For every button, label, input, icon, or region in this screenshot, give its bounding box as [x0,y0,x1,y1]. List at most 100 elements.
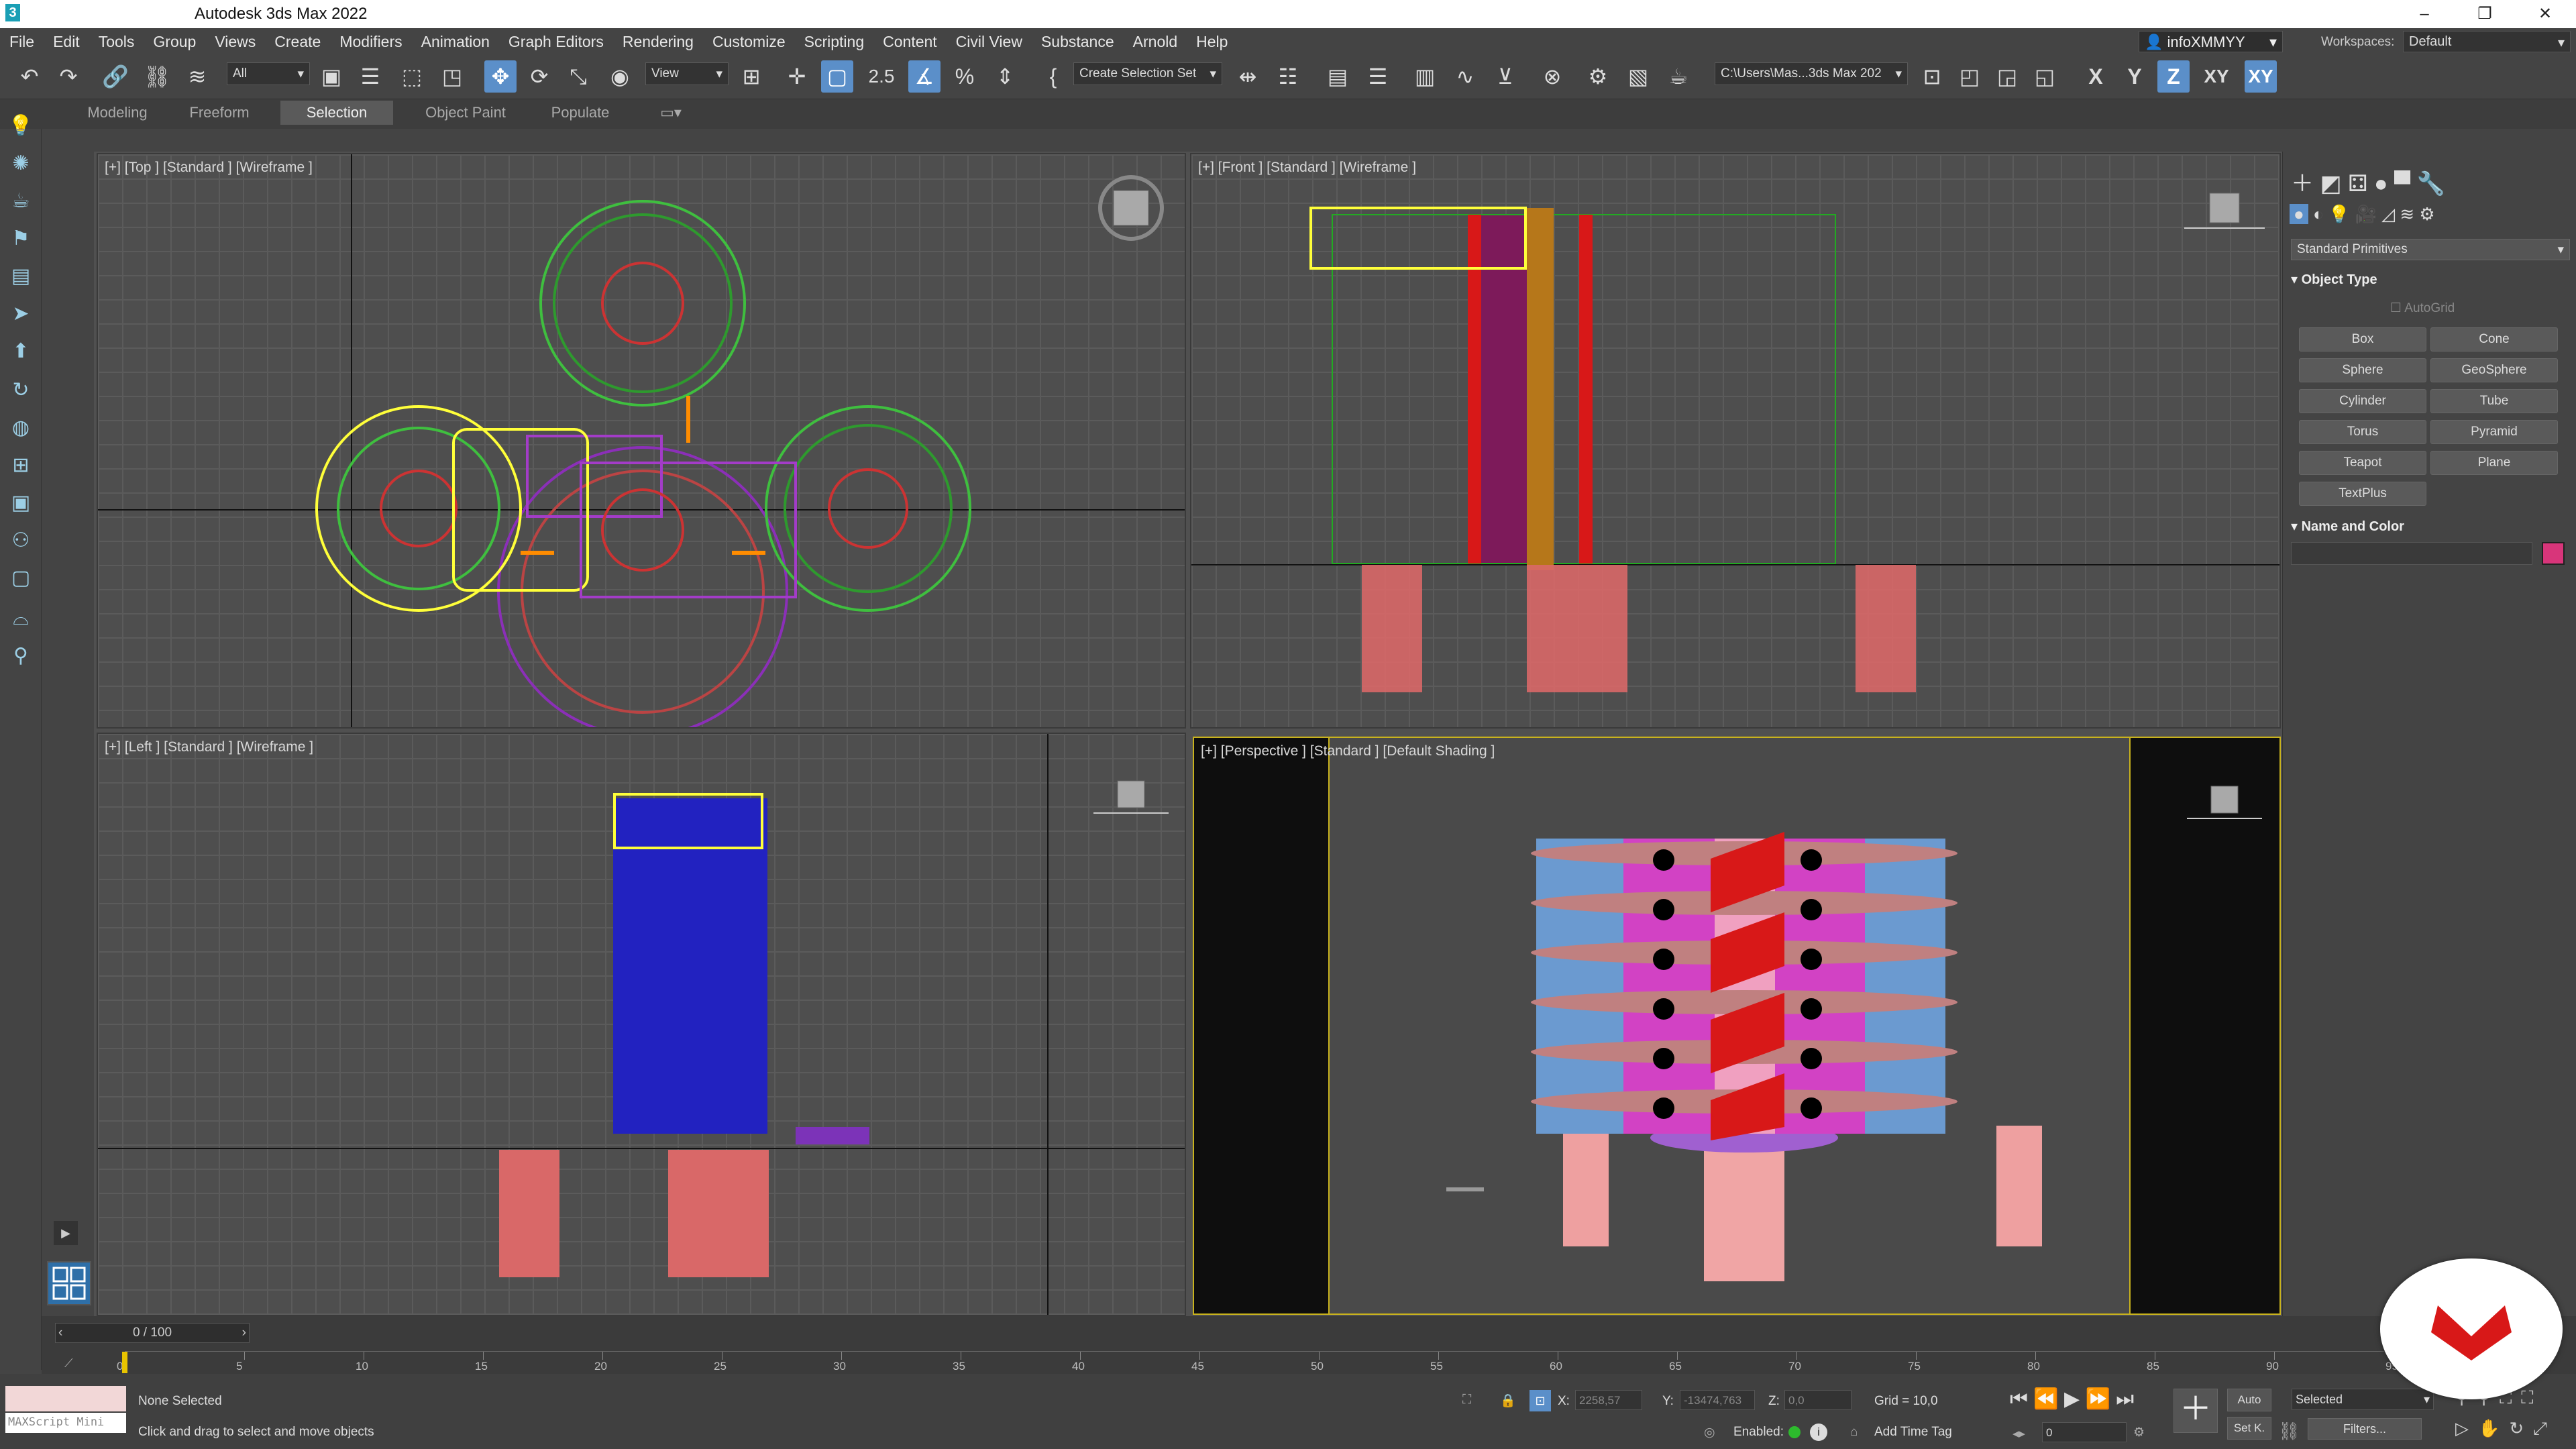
go-to-start-icon[interactable]: ⏮ [2010,1388,2033,1410]
viewport-left[interactable]: [+] [Left ] [Standard ] [Wireframe ] [97,733,1186,1316]
curve-editor-icon[interactable]: ∿ [1449,60,1481,93]
angle-snap-icon[interactable]: ∡ [908,60,941,93]
name-and-color-rollout[interactable]: ▾ Name and Color [2291,518,2404,535]
workspace-dropdown[interactable]: Default ▾ [2403,31,2571,52]
align-icon[interactable]: ☷ [1272,60,1304,93]
shapes-icon[interactable]: ◐ [2313,204,2328,224]
axis-xy-button[interactable]: XY [2200,60,2233,93]
snaps-toggle-icon[interactable]: 2.5 [865,60,898,93]
current-frame-field[interactable]: 0 [2042,1422,2127,1442]
inherit-icon[interactable]: ◱ [2029,60,2061,93]
axis-z-button[interactable]: Z [2157,60,2190,93]
go-to-end-icon[interactable]: ⏭ [2116,1388,2134,1410]
sphere-icon[interactable]: ◍ [7,413,35,443]
object-name-field[interactable] [2291,542,2532,565]
tab-selection[interactable]: Selection [280,101,393,125]
viewport-perspective[interactable]: [+] [Perspective ] [Standard ] [Default … [1193,737,2281,1315]
material-editor-icon[interactable]: ⊗ [1536,60,1568,93]
schematic-view-icon[interactable]: ⊻ [1489,60,1521,93]
object-color-swatch[interactable] [2542,542,2565,565]
rotate-icon[interactable]: ↻ [7,376,35,405]
select-and-rotate-icon[interactable]: ⟳ [523,60,555,93]
menu-modifiers[interactable]: Modifiers [330,28,411,55]
layer-explorer-icon[interactable]: ☰ [1362,60,1394,93]
select-and-scale-icon[interactable]: ⤡ [562,60,594,93]
modify-tab-icon[interactable]: ◩ [2320,171,2348,197]
motion-tab-icon[interactable]: ● [2374,171,2394,197]
absolute-mode-icon[interactable]: ⊡ [1529,1390,1551,1411]
redo-icon[interactable]: ↷ [52,60,85,93]
spacewarps-icon[interactable]: ≋ [2400,204,2419,224]
tube-button[interactable]: Tube [2430,389,2558,413]
select-by-name-icon[interactable]: ☰ [354,60,386,93]
viewcube-perspective[interactable] [2187,786,2262,819]
pivot-center-icon[interactable]: ⊞ [735,60,767,93]
minimize-button[interactable]: – [2406,3,2443,25]
tab-object-paint[interactable]: Object Paint [413,101,518,125]
pointer-icon[interactable]: ➤ [7,299,35,329]
select-object-icon[interactable]: ▣ [315,60,347,93]
hat-icon[interactable]: ⌓ [7,604,35,633]
filters-button[interactable]: Filters... [2308,1418,2422,1440]
key-mode-icon[interactable]: ◂▸ [2012,1426,2025,1442]
percent-snap-icon[interactable]: % [949,60,981,93]
cylinder-button[interactable]: Cylinder [2299,389,2426,413]
current-time-marker[interactable] [122,1352,127,1373]
prev-frame-arrow-icon[interactable]: ‹ [58,1324,62,1342]
restore-button[interactable]: ❐ [2466,3,2504,25]
object-type-rollout[interactable]: ▾ Object Type [2291,271,2377,288]
teapot-icon[interactable]: ☕ [7,186,35,216]
keyboard-shortcut-override-icon[interactable]: ▢ [821,60,853,93]
maximize-viewport-icon[interactable]: ⤢ [2533,1418,2557,1438]
systems-icon[interactable]: ⚙ [2419,204,2434,224]
primitive-type-dropdown[interactable]: Standard Primitives ▾ [2291,239,2570,260]
set-key-icon[interactable]: ＋ [2174,1389,2218,1433]
auto-key-button[interactable]: Auto [2227,1389,2271,1411]
menu-graph-editors[interactable]: Graph Editors [499,28,613,55]
isolate-selection-icon[interactable]: ⛶ [1462,1393,1471,1407]
menu-arnold[interactable]: Arnold [1124,28,1187,55]
next-frame-icon[interactable]: ⏩ [2085,1388,2116,1410]
expand-arrow-icon[interactable]: ▶ [54,1221,78,1245]
edit-named-selection-icon[interactable]: { [1037,60,1069,93]
axis-y-button[interactable]: Y [2118,60,2151,93]
play-icon[interactable]: ▶ [2064,1388,2085,1410]
menu-edit[interactable]: Edit [44,28,89,55]
undo-icon[interactable]: ↶ [13,60,46,93]
orbit-icon[interactable]: ↻ [2509,1418,2533,1438]
mirror-icon[interactable]: ⇹ [1232,60,1264,93]
menu-file[interactable]: File [0,28,44,55]
autogrid-checkbox[interactable]: ☐ AutoGrid [2390,301,2455,316]
select-and-move-icon[interactable]: ✥ [484,60,517,93]
x-coordinate-field[interactable]: 2258,57 [1575,1390,1642,1410]
frame-icon[interactable]: ▣ [7,488,35,518]
render-production-icon[interactable]: ☕ [1662,60,1695,93]
menu-scripting[interactable]: Scripting [795,28,873,55]
add-time-tag[interactable]: Add Time Tag [1874,1425,1952,1440]
light-bulb-icon[interactable]: 💡 [7,111,35,141]
select-manipulate-icon[interactable]: ✛ [781,60,813,93]
info-icon[interactable]: i [1810,1424,1827,1441]
user-account-dropdown[interactable]: 👤 infoXMMYY ▾ [2139,31,2283,52]
z-coordinate-field[interactable]: 0,0 [1784,1390,1851,1410]
adaptive-degradation-icon[interactable]: ◎ [1704,1425,1715,1440]
pan-icon[interactable]: ✋ [2478,1418,2509,1438]
geometry-icon[interactable]: ● [2290,204,2308,224]
geosphere-button[interactable]: GeoSphere [2430,358,2558,382]
layer-icon[interactable]: ▤ [7,262,35,291]
window-crossing-icon[interactable]: ◳ [436,60,468,93]
lights-icon[interactable]: 💡 [2328,204,2355,224]
viewport-top[interactable]: [+] [Top ] [Standard ] [Wireframe ] [97,153,1186,729]
selection-filter-dropdown[interactable]: All ▾ [227,62,310,85]
named-selection-set-dropdown[interactable]: Create Selection Set ▾ [1073,62,1222,85]
utilities-tab-icon[interactable]: 🔧 [2417,171,2445,197]
box-button[interactable]: Box [2299,327,2426,352]
grid-icon[interactable]: ⊞ [7,451,35,480]
maxscript-mini-input[interactable]: MAXScript Mini [5,1413,126,1433]
time-tag-icon[interactable]: ⌂ [1850,1425,1858,1440]
time-slider[interactable]: ‹ 0 / 100 › [55,1323,250,1343]
menu-customize[interactable]: Customize [703,28,795,55]
cursor-icon[interactable]: ⬆ [7,337,35,366]
selection-lock-icon[interactable]: 🔒 [1500,1393,1516,1409]
box-icon[interactable]: ▢ [7,564,35,593]
